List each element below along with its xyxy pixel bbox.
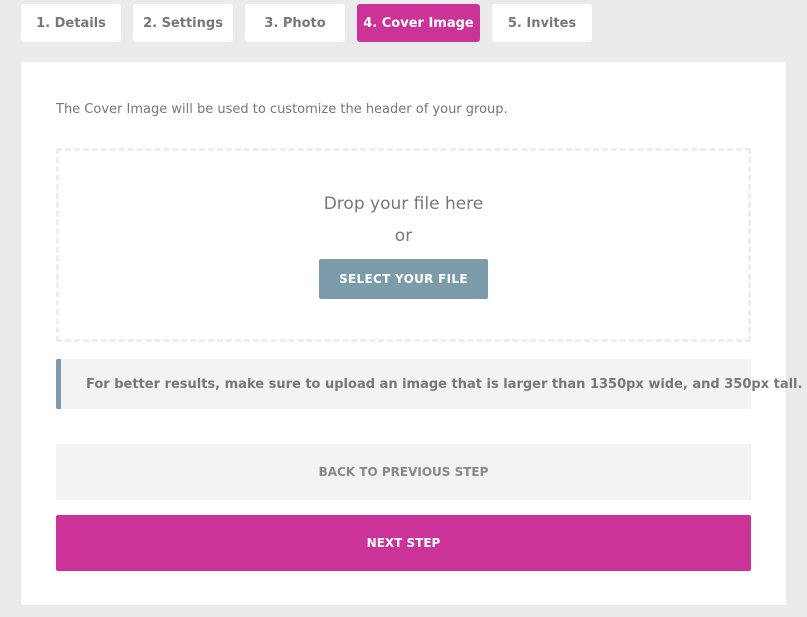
- tab-cover-image[interactable]: 4. Cover Image: [357, 4, 480, 42]
- select-file-button[interactable]: SELECT YOUR FILE: [319, 259, 488, 299]
- next-step-button[interactable]: NEXT STEP: [56, 515, 751, 571]
- create-group-page: 1. Details 2. Settings 3. Photo 4. Cover…: [0, 0, 807, 617]
- tab-photo[interactable]: 3. Photo: [245, 4, 345, 42]
- upload-hint-text: For better results, make sure to upload …: [86, 376, 803, 392]
- drop-text: Drop your file here: [323, 194, 484, 214]
- or-text: or: [394, 226, 413, 246]
- back-to-previous-step-button[interactable]: BACK TO PREVIOUS STEP: [56, 444, 751, 500]
- tab-details[interactable]: 1. Details: [21, 4, 121, 42]
- step-tabs: 1. Details 2. Settings 3. Photo 4. Cover…: [21, 4, 592, 42]
- intro-text: The Cover Image will be used to customiz…: [56, 102, 508, 117]
- upload-hint: For better results, make sure to upload …: [56, 359, 802, 409]
- file-dropzone[interactable]: Drop your file here or SELECT YOUR FILE: [56, 148, 751, 342]
- cover-image-card: The Cover Image will be used to customiz…: [21, 62, 802, 605]
- tab-settings[interactable]: 2. Settings: [133, 4, 233, 42]
- tab-invites[interactable]: 5. Invites: [492, 4, 592, 42]
